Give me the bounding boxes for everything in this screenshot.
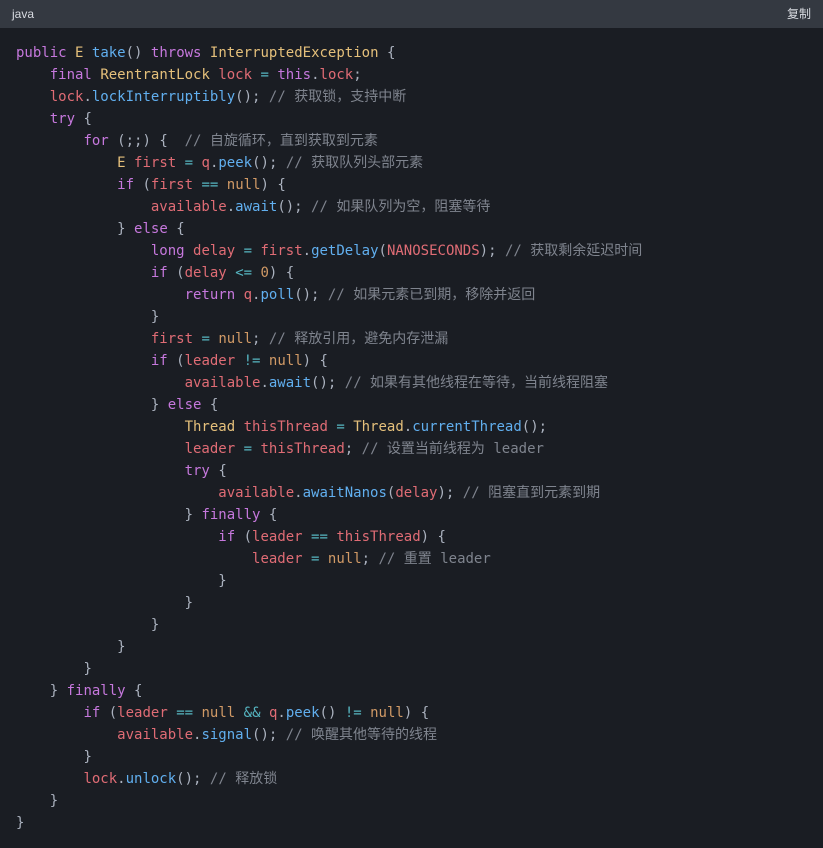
function: peek — [286, 705, 320, 721]
comment: // 获取锁，支持中断 — [269, 89, 406, 105]
comment: // 获取剩余延迟时间 — [505, 243, 642, 259]
type: Thread — [185, 419, 236, 435]
comment: // 释放锁 — [210, 771, 277, 787]
number: 0 — [260, 265, 268, 281]
language-label: java — [12, 3, 34, 25]
variable: first — [151, 331, 193, 347]
variable: leader — [252, 551, 303, 567]
keyword: throws — [151, 45, 202, 61]
variable: available — [151, 199, 227, 215]
keyword: if — [218, 529, 235, 545]
const: NANOSECONDS — [387, 243, 480, 259]
variable: thisThread — [260, 441, 344, 457]
function: unlock — [126, 771, 177, 787]
variable: first — [134, 155, 176, 171]
keyword: else — [168, 397, 202, 413]
comment: // 如果队列为空，阻塞等待 — [311, 199, 490, 215]
variable: leader — [185, 353, 236, 369]
variable: leader — [252, 529, 303, 545]
type: E — [117, 155, 125, 171]
null: null — [370, 705, 404, 721]
comment: // 自旋循环，直到获取到元素 — [185, 133, 378, 149]
variable: available — [218, 485, 294, 501]
keyword: long — [151, 243, 185, 259]
keyword: if — [83, 705, 100, 721]
variable: delay — [395, 485, 437, 501]
function: await — [235, 199, 277, 215]
variable: leader — [117, 705, 168, 721]
keyword: this — [277, 67, 311, 83]
function: poll — [260, 287, 294, 303]
keyword: for — [83, 133, 108, 149]
variable: thisThread — [336, 529, 420, 545]
variable: leader — [185, 441, 236, 457]
variable: lock — [83, 771, 117, 787]
type: InterruptedException — [210, 45, 379, 61]
function: peek — [218, 155, 252, 171]
null: null — [227, 177, 261, 193]
type: ReentrantLock — [100, 67, 210, 83]
keyword: if — [151, 353, 168, 369]
comment: // 如果元素已到期，移除并返回 — [328, 287, 535, 303]
variable: delay — [193, 243, 235, 259]
comment: // 阻塞直到元素到期 — [463, 485, 600, 501]
keyword: try — [185, 463, 210, 479]
comment: // 获取队列头部元素 — [286, 155, 423, 171]
keyword: final — [50, 67, 92, 83]
comment: // 如果有其他线程在等待，当前线程阻塞 — [345, 375, 608, 391]
keyword: if — [117, 177, 134, 193]
keyword: try — [50, 111, 75, 127]
keyword: return — [185, 287, 236, 303]
keyword: finally — [67, 683, 126, 699]
function: take — [92, 45, 126, 61]
comment: // 设置当前线程为 leader — [362, 441, 544, 457]
keyword: finally — [201, 507, 260, 523]
function: lockInterruptibly — [92, 89, 235, 105]
code-header: java 复制 — [0, 0, 823, 28]
function: await — [269, 375, 311, 391]
type: Thread — [353, 419, 404, 435]
null: null — [269, 353, 303, 369]
variable: available — [185, 375, 261, 391]
variable: delay — [185, 265, 227, 281]
comment: // 重置 leader — [379, 551, 491, 567]
variable: lock — [218, 67, 252, 83]
variable: lock — [320, 67, 354, 83]
function: awaitNanos — [303, 485, 387, 501]
code-block: public E take() throws InterruptedExcept… — [0, 28, 823, 848]
comment: // 唤醒其他等待的线程 — [286, 727, 437, 743]
copy-button[interactable]: 复制 — [787, 3, 811, 25]
comment: // 释放引用，避免内存泄漏 — [269, 331, 448, 347]
function: getDelay — [311, 243, 378, 259]
keyword: if — [151, 265, 168, 281]
variable: thisThread — [244, 419, 328, 435]
variable: q — [244, 287, 252, 303]
variable: q — [202, 155, 210, 171]
variable: first — [260, 243, 302, 259]
function: currentThread — [412, 419, 522, 435]
null: null — [328, 551, 362, 567]
variable: lock — [50, 89, 84, 105]
null: null — [218, 331, 252, 347]
keyword: public — [16, 45, 67, 61]
variable: available — [117, 727, 193, 743]
null: null — [201, 705, 235, 721]
function: signal — [201, 727, 252, 743]
keyword: else — [134, 221, 168, 237]
type: E — [75, 45, 83, 61]
variable: first — [151, 177, 193, 193]
